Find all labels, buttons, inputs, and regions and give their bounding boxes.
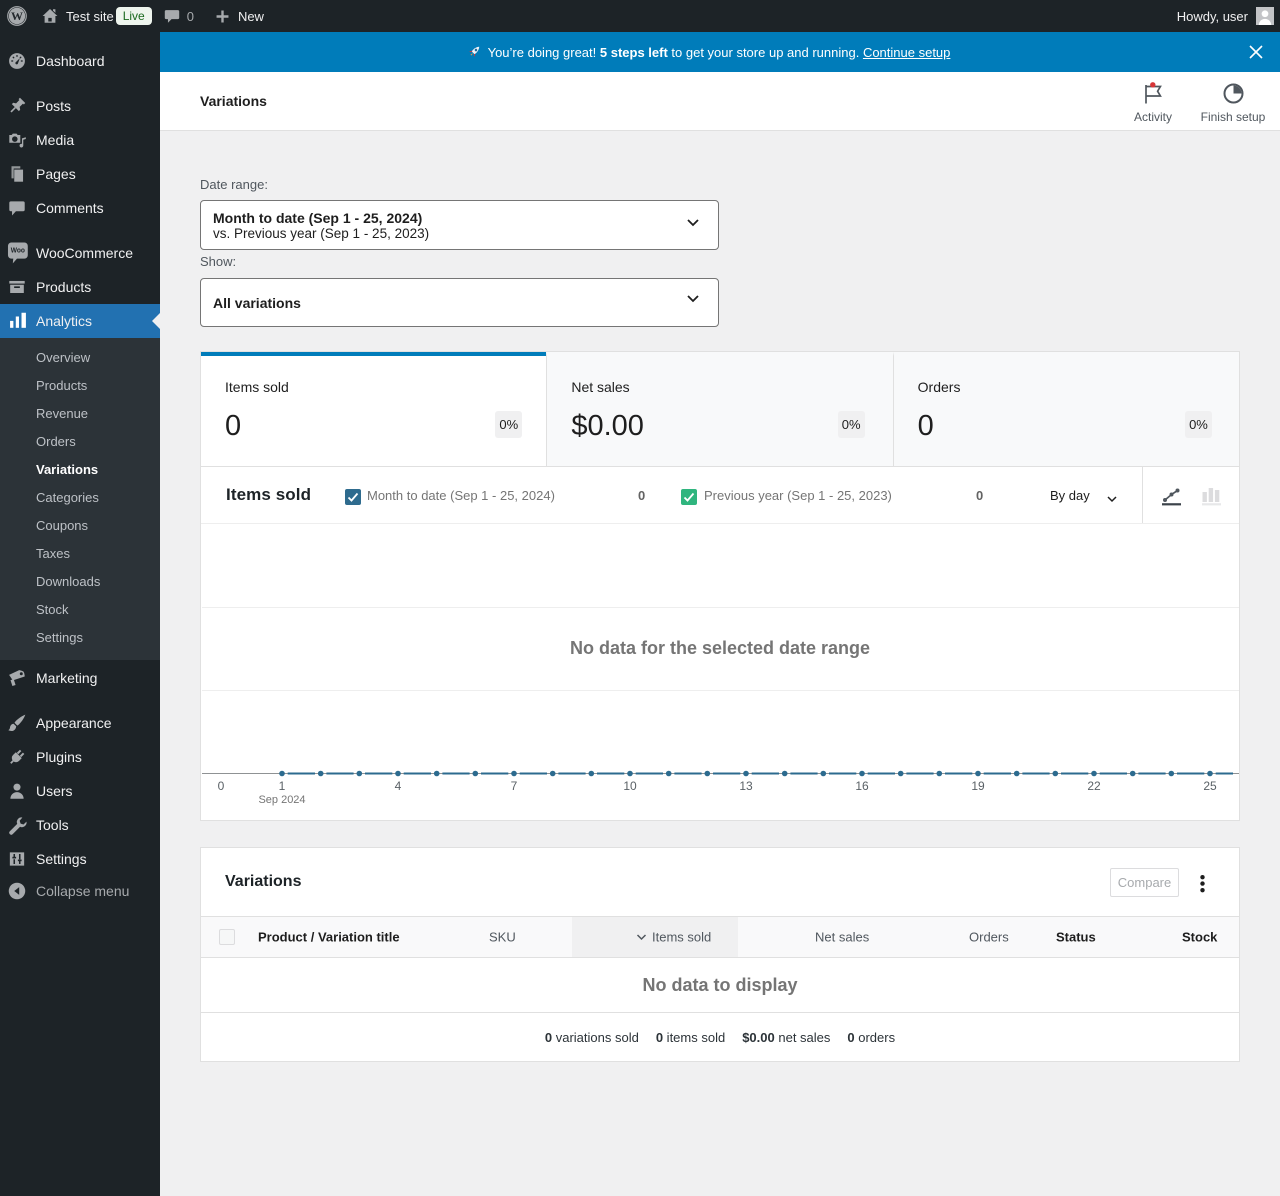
svg-text:W: W bbox=[11, 9, 23, 23]
svg-text:Woo: Woo bbox=[11, 247, 25, 254]
